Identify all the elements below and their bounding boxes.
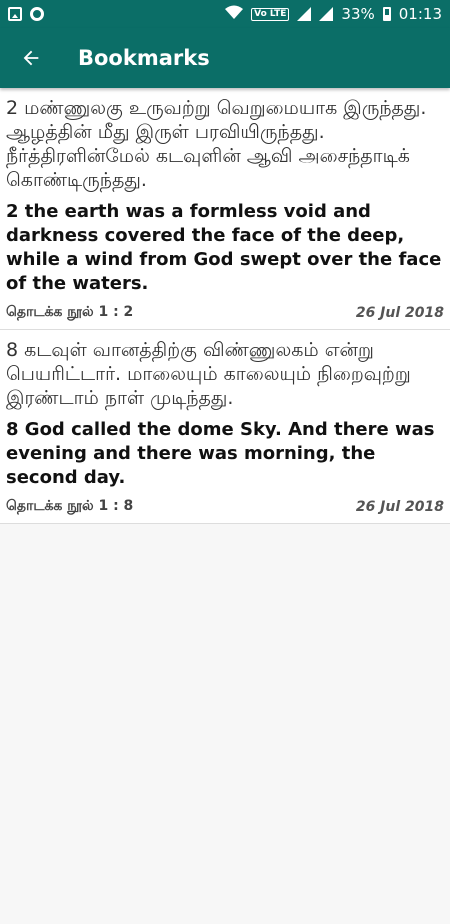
battery-percent: 33% (341, 5, 375, 23)
bookmark-list: 2 மண்ணுலகு உருவற்று வெறுமையாக இருந்தது. … (0, 88, 450, 524)
bookmark-item[interactable]: 8 கடவுள் வானத்திற்கு விண்ணுலகம் என்று பெ… (0, 330, 450, 524)
bookmark-english-text: 8 God called the dome Sky. And there was… (6, 419, 435, 488)
circle-notification-icon (30, 7, 44, 21)
page-title: Bookmarks (78, 46, 210, 70)
bookmark-date: 26 Jul 2018 (355, 499, 444, 515)
battery-icon (382, 7, 391, 21)
bookmark-meta: தொடக்க நூல் 1 : 8 26 Jul 2018 (6, 498, 444, 516)
bookmark-meta: தொடக்க நூல் 1 : 2 26 Jul 2018 (6, 304, 444, 322)
clock: 01:13 (398, 5, 442, 23)
bookmark-date: 26 Jul 2018 (355, 305, 444, 321)
bookmark-tamil-text: 2 மண்ணுலகு உருவற்று வெறுமையாக இருந்தது. … (6, 97, 427, 191)
app-bar: Bookmarks (0, 28, 450, 88)
bookmark-english-text: 2 the earth was a formless void and dark… (6, 201, 442, 294)
image-notification-icon (8, 7, 22, 21)
bookmark-tamil-text: 8 கடவுள் வானத்திற்கு விண்ணுலகம் என்று பெ… (6, 339, 411, 409)
back-button[interactable] (0, 28, 62, 88)
signal-icon-2 (319, 7, 334, 21)
bookmark-reference: தொடக்க நூல் 1 : 8 (6, 498, 134, 514)
bookmark-reference: தொடக்க நூல் 1 : 2 (6, 304, 134, 320)
empty-area (0, 524, 450, 924)
status-left (8, 7, 44, 21)
status-bar: Vo LTE 33% 01:13 (0, 0, 450, 28)
status-right: Vo LTE 33% 01:13 (225, 5, 442, 23)
wifi-icon (225, 5, 244, 23)
bookmark-item[interactable]: 2 மண்ணுலகு உருவற்று வெறுமையாக இருந்தது. … (0, 88, 450, 330)
arrow-back-icon (23, 50, 39, 66)
signal-icon (297, 7, 312, 21)
volte-icon: Vo LTE (251, 7, 290, 21)
